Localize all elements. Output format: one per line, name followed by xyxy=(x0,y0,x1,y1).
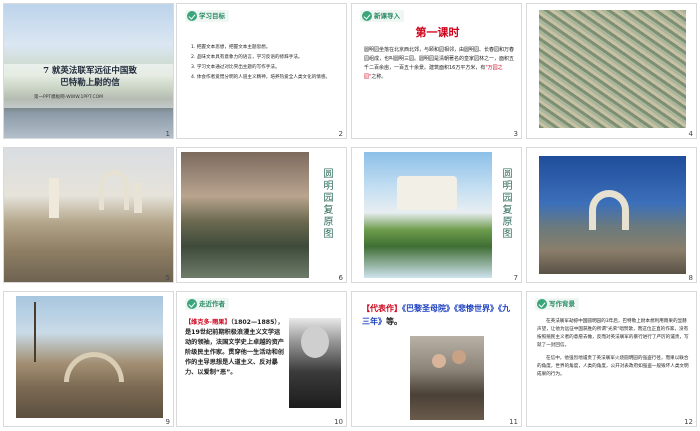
vertical-caption: 圆明园复原图 xyxy=(321,168,332,240)
restoration-painting xyxy=(181,152,309,278)
slide-number: 5 xyxy=(165,274,170,282)
palace-painting xyxy=(539,10,686,128)
film-still-photo xyxy=(410,336,484,420)
slide-frame: 学习目标 1. 把握文本思想，把握文本主题思想。 2. 品味文本具有意象力的语言… xyxy=(176,3,347,139)
slide-thumbnail-5[interactable]: 5 xyxy=(3,147,174,283)
slide-number: 6 xyxy=(338,274,343,282)
section-tag: 学习目标 xyxy=(185,10,229,22)
vertical-caption: 圆明园复原图 xyxy=(500,168,511,240)
slide-number: 7 xyxy=(513,274,518,282)
section-tag: 新课导入 xyxy=(360,10,404,22)
slide-frame xyxy=(526,3,697,139)
slide-frame: 写作背景 在英法联军劫掠中国圆明园的3年后，巴特勒上尉本想利用雨果的显赫声望，让… xyxy=(526,291,697,427)
slide-frame: 圆明园复原图 xyxy=(176,147,347,283)
title-line-2: 巴特勒上尉的信 xyxy=(60,78,120,88)
slide-sorter-grid: 7 就英法联军远征中国致 巴特勒上尉的信 第一PPT模板网-WWW.1PPT.C… xyxy=(0,0,700,431)
slide-thumbnail-2[interactable]: 学习目标 1. 把握文本思想，把握文本主题思想。 2. 品味文本具有意象力的语言… xyxy=(176,3,347,139)
slide-frame xyxy=(3,291,174,427)
footer-text: 第一PPT模板网-WWW.1PPT.COM xyxy=(34,95,104,100)
slide-thumbnail-3[interactable]: 新课导入 第一课时 圆明园坐落在北京西北郊，与颐和园相邻，由圆明园、长春园和万春… xyxy=(351,3,522,139)
slide-frame: 走近作者 【维克多·雨果】（1802—1885），是19世纪前期积极浪漫主义文学… xyxy=(176,291,347,427)
slide-number: 8 xyxy=(688,274,693,282)
slide-number: 4 xyxy=(688,130,693,138)
list-item: 3. 学习文本通过对比突出主题的写作手法。 xyxy=(191,65,280,70)
slide-title: 7 就英法联军远征中国致 巴特勒上尉的信 xyxy=(10,65,170,89)
background-text: 在英法联军劫掠中国圆明园的3年后，巴特勒上尉本想利用雨果的显赫声望，让他为远征中… xyxy=(537,318,689,379)
slide-thumbnail-9[interactable]: 9 xyxy=(3,291,174,427)
section-tag: 走近作者 xyxy=(185,298,229,310)
list-item: 4. 体会作者爱憎分明的人道主义精神，培养热爱全人类文化的情感。 xyxy=(191,75,331,80)
slide-frame xyxy=(526,147,697,283)
list-item: 2. 品味文本具有意象力的语言，学习反语的修辞手法。 xyxy=(191,55,303,60)
slide-number: 1 xyxy=(165,130,170,138)
slide-thumbnail-1[interactable]: 7 就英法联军远征中国致 巴特勒上尉的信 第一PPT模板网-WWW.1PPT.C… xyxy=(3,3,174,139)
check-icon xyxy=(537,299,547,309)
objectives-list: 1. 把握文本思想，把握文本主题思想。 2. 品味文本具有意象力的语言，学习反语… xyxy=(191,44,339,81)
check-icon xyxy=(362,11,372,21)
ruins-photo xyxy=(4,148,173,282)
slide-thumbnail-7[interactable]: 圆明园复原图 7 xyxy=(351,147,522,283)
slide-frame: 7 就英法联军远征中国致 巴特勒上尉的信 第一PPT模板网-WWW.1PPT.C… xyxy=(3,3,174,139)
slide-frame xyxy=(3,147,174,283)
author-bio: 【维克多·雨果】（1802—1885），是19世纪前期积极浪漫主义文学运动的领袖… xyxy=(185,319,284,376)
slide-thumbnail-11[interactable]: 【代表作】《巴黎圣母院》《悲惨世界》《九三年》等。 11 xyxy=(351,291,522,427)
slide-number: 10 xyxy=(334,418,343,426)
slide-frame: 新课导入 第一课时 圆明园坐落在北京西北郊，与颐和园相邻，由圆明园、长春园和万春… xyxy=(351,3,522,139)
slide-thumbnail-4[interactable]: 4 xyxy=(526,3,697,139)
slide-thumbnail-6[interactable]: 圆明园复原图 6 xyxy=(176,147,347,283)
representative-works: 【代表作】《巴黎圣母院》《悲惨世界》《九三年》等。 xyxy=(362,304,510,326)
slide-heading: 第一课时 xyxy=(415,26,460,39)
list-item: 1. 把握文本思想，把握文本主题思想。 xyxy=(191,45,271,50)
paragraph: 在英法联军劫掠中国圆明园的3年后，巴特勒上尉本想利用雨果的显赫声望，让他为远征中… xyxy=(537,319,689,348)
slide-thumbnail-8[interactable]: 8 xyxy=(526,147,697,283)
slide-number: 9 xyxy=(165,418,170,426)
slide-number: 3 xyxy=(513,130,518,138)
check-icon xyxy=(187,11,197,21)
slide-frame: 圆明园复原图 xyxy=(351,147,522,283)
intro-paragraph: 圆明园坐落在北京西北郊，与颐和园相邻，由圆明园、长春园和万春园组成，也叫圆明三园… xyxy=(364,47,515,80)
check-icon xyxy=(187,299,197,309)
slide-frame: 【代表作】《巴黎圣母院》《悲惨世界》《九三年》等。 xyxy=(351,291,522,427)
slide-number: 11 xyxy=(509,418,518,426)
slide-thumbnail-12[interactable]: 写作背景 在英法联军劫掠中国圆明园的3年后，巴特勒上尉本想利用雨果的显赫声望，让… xyxy=(526,291,697,427)
section-tag: 写作背景 xyxy=(535,298,579,310)
title-line-1: 7 就英法联军远征中国致 xyxy=(43,66,137,76)
paragraph: 在信中，他强烈地谴责了英法联军火烧圆明园的强盗行径，而果以联合的角度，世界的角度… xyxy=(537,356,689,377)
slide-number: 2 xyxy=(338,130,343,138)
restoration-painting xyxy=(364,152,492,278)
slide-thumbnail-10[interactable]: 走近作者 【维克多·雨果】（1802—1885），是19世纪前期积极浪漫主义文学… xyxy=(176,291,347,427)
slide-number: 12 xyxy=(684,418,693,426)
